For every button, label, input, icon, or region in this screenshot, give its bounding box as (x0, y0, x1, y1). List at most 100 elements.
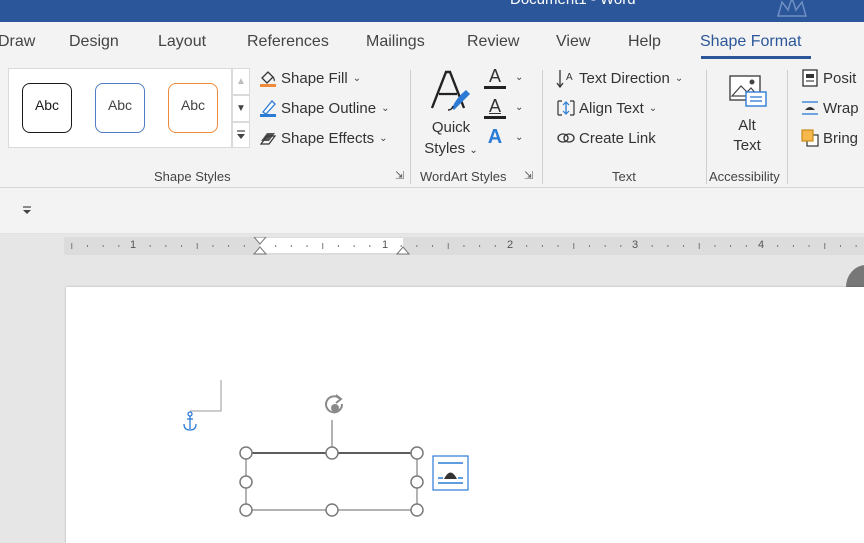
text-direction-button[interactable]: A Text Direction ⌄ (556, 68, 683, 88)
chevron-down-icon: ⌄ (515, 72, 524, 83)
document-page[interactable] (66, 287, 864, 543)
tab-review[interactable]: Review (467, 33, 519, 51)
wordart-styles-launcher-icon[interactable]: ⇲ (524, 169, 533, 182)
text-fill-icon: A (484, 66, 506, 89)
anchor-icon (183, 411, 197, 431)
text-group-label: Text (612, 169, 636, 184)
ruler-ticks (71, 243, 857, 249)
tab-draw[interactable]: Draw (0, 33, 35, 51)
chevron-down-icon: ⌄ (381, 102, 390, 114)
text-direction-label: Text Direction (579, 69, 670, 87)
indent-marker-icon[interactable] (252, 237, 268, 255)
window-title: Document1 - Word (510, 0, 636, 8)
chevron-down-icon: ⌄ (648, 102, 658, 114)
gallery-scroll-down-button[interactable]: ▼ (232, 95, 250, 122)
wordart-a-brush-icon (430, 70, 470, 111)
shape-styles-group-label: Shape Styles (154, 169, 231, 184)
tab-mailings[interactable]: Mailings (366, 33, 425, 51)
bring-forward-label: Bring (823, 129, 859, 147)
tab-layout[interactable]: Layout (158, 33, 206, 51)
shape-effects-label: Shape Effects (281, 129, 375, 147)
shape-effects-button[interactable]: Shape Effects ⌄ (258, 128, 388, 148)
tab-view[interactable]: View (556, 33, 590, 51)
tab-references[interactable]: References (247, 33, 329, 51)
quick-styles-label-1: Quick (431, 119, 471, 136)
horizontal-ruler[interactable]: 1 1 2 3 4 (64, 237, 864, 255)
title-bar: Document1 - Word (0, 0, 864, 22)
text-effects-icon: A (487, 126, 503, 148)
accessibility-group-label: Accessibility (709, 169, 780, 184)
rotation-handle-icon[interactable] (325, 394, 344, 414)
gallery-scroll-up-button[interactable]: ▲ (232, 68, 250, 95)
text-effects-button[interactable]: A ⌄ (484, 126, 524, 148)
selected-text-box[interactable] (245, 452, 418, 511)
create-link-button[interactable]: Create Link (556, 128, 656, 148)
gallery-more-button[interactable] (232, 122, 250, 148)
chevron-down-icon: ⌄ (674, 72, 684, 84)
ruler-label-3: 3 (632, 239, 639, 251)
shape-fill-label: Shape Fill (281, 69, 348, 87)
shape-styles-launcher-icon[interactable]: ⇲ (395, 169, 404, 182)
more-icon (237, 130, 245, 139)
bring-forward-button[interactable]: Bring (800, 128, 858, 148)
page-canvas (183, 380, 469, 517)
shape-effects-icon (259, 133, 277, 145)
ruler-label-2: 2 (507, 239, 514, 251)
link-icon (557, 133, 575, 143)
quick-access-toolbar: • (0, 188, 864, 234)
margin-corner-mark (190, 380, 222, 412)
wrap-text-label: Wrap (823, 99, 859, 117)
ruler-label-1a: 1 (130, 239, 137, 251)
chevron-down-icon: ⌄ (515, 131, 524, 143)
ruler-label-4: 4 (758, 239, 765, 251)
shape-outline-label: Shape Outline (281, 99, 377, 117)
tab-shape-format[interactable]: Shape Format (700, 33, 801, 51)
tab-design[interactable]: Design (69, 33, 119, 51)
ribbon-tabs: Draw Design Layout References Mailings R… (0, 22, 864, 64)
shape-outline-button[interactable]: Shape Outline ⌄ (258, 98, 389, 118)
alt-text-button[interactable]: Alt Text (716, 72, 778, 156)
text-fill-button[interactable]: A ⌄ (484, 66, 523, 89)
alt-text-icon (729, 75, 767, 107)
customize-qat-icon[interactable] (22, 205, 32, 215)
align-text-button[interactable]: Align Text ⌄ (556, 98, 657, 118)
paint-bucket-icon (260, 71, 276, 87)
chevron-down-icon: ⌄ (515, 102, 524, 113)
shape-fill-button[interactable]: Shape Fill ⌄ (258, 68, 361, 88)
position-icon (802, 69, 818, 87)
text-outline-icon: A (484, 96, 506, 119)
text-outline-button[interactable]: A ⌄ (484, 96, 523, 119)
align-text-label: Align Text (579, 99, 644, 117)
ruler-label-1b: 1 (382, 239, 389, 251)
wrap-text-icon (802, 101, 818, 115)
svg-text:A: A (566, 72, 573, 83)
position-button[interactable]: Posit (800, 68, 856, 88)
align-text-icon (557, 100, 575, 116)
ribbon: Abc Abc Abc ▲ ▼ Shape Fill ⌄ Shape Outli… (0, 64, 864, 188)
profile-decoration-icon (777, 0, 807, 17)
pen-outline-icon (260, 100, 276, 117)
group-divider (787, 70, 788, 184)
shape-style-orange[interactable]: Abc (168, 83, 218, 133)
shape-style-black[interactable]: Abc (22, 83, 72, 133)
alt-text-label-2: Text (733, 137, 761, 154)
group-divider (706, 70, 707, 184)
text-direction-icon: A (556, 70, 573, 88)
position-label: Posit (823, 69, 857, 87)
shape-style-blue[interactable]: Abc (95, 83, 145, 133)
chevron-down-icon: ⌄ (352, 72, 362, 84)
quick-styles-button[interactable]: Quick Styles ⌄ (420, 68, 482, 161)
group-divider (542, 70, 543, 184)
layout-options-icon[interactable] (432, 455, 469, 491)
group-divider (410, 70, 411, 184)
shape-styles-gallery: Abc Abc Abc (8, 68, 232, 148)
create-link-label: Create Link (579, 129, 656, 147)
wordart-styles-group-label: WordArt Styles (420, 169, 507, 184)
tab-help[interactable]: Help (628, 33, 661, 51)
wrap-text-button[interactable]: Wrap (800, 98, 859, 118)
right-indent-marker-icon[interactable] (396, 237, 410, 255)
alt-text-label-1: Alt (738, 117, 756, 134)
chevron-down-icon: ⌄ (379, 132, 388, 144)
bring-forward-icon (801, 129, 819, 147)
quick-styles-label-2: Styles ⌄ (424, 140, 478, 157)
